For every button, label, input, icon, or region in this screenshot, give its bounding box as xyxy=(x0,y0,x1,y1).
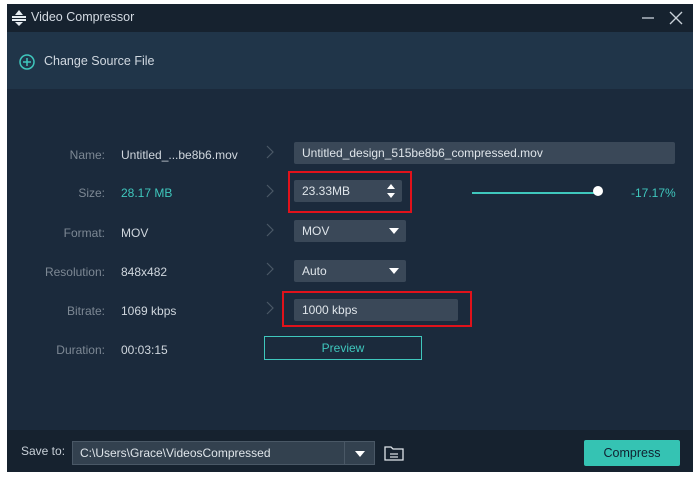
resolution-label: Resolution: xyxy=(44,265,105,279)
chevron-right-icon xyxy=(266,145,274,159)
folder-icon[interactable] xyxy=(384,444,404,462)
minimize-icon[interactable] xyxy=(639,9,657,27)
compress-button[interactable]: Compress xyxy=(584,440,680,466)
video-compressor-window: Video Compressor Change Source File Name… xyxy=(7,4,693,472)
source-format-value: MOV xyxy=(121,226,149,240)
path-divider xyxy=(344,442,345,464)
resolution-selected: Auto xyxy=(302,264,327,278)
plus-circle-icon[interactable] xyxy=(19,54,35,70)
dropdown-arrow-icon xyxy=(389,268,399,274)
footer-bar: Save to: C:\Users\Grace\VideosCompressed… xyxy=(7,430,693,472)
bitrate-label: Bitrate: xyxy=(66,304,105,318)
change-source-bar[interactable]: Change Source File xyxy=(7,32,693,89)
close-icon[interactable] xyxy=(667,9,685,27)
app-icon xyxy=(12,10,26,26)
source-bitrate-value: 1069 kbps xyxy=(121,304,177,318)
save-to-label: Save to: xyxy=(21,444,66,458)
source-name-value: Untitled_...be8b6.mov xyxy=(121,148,238,162)
save-path-value: C:\Users\Grace\VideosCompressed xyxy=(80,446,271,460)
dropdown-arrow-icon[interactable] xyxy=(355,451,365,457)
name-label: Name: xyxy=(69,148,105,162)
size-label: Size: xyxy=(78,186,105,200)
size-slider-track[interactable] xyxy=(472,192,600,194)
chevron-right-icon xyxy=(266,223,274,237)
change-source-label[interactable]: Change Source File xyxy=(44,54,154,68)
format-label: Format: xyxy=(63,226,105,240)
window-title: Video Compressor xyxy=(31,10,135,24)
duration-label: Duration: xyxy=(56,343,105,357)
output-bitrate-input[interactable]: 1000 kbps xyxy=(294,299,458,321)
source-resolution-value: 848x482 xyxy=(121,265,168,279)
chevron-right-icon xyxy=(266,301,274,315)
size-percent: -17.17% xyxy=(631,186,676,200)
spinner-down-icon[interactable] xyxy=(386,192,396,199)
settings-panel: Name: Untitled_...be8b6.mov Untitled_des… xyxy=(7,89,693,430)
spinner-up-icon[interactable] xyxy=(386,183,396,190)
output-size-stepper[interactable]: 23.33MB xyxy=(294,180,402,202)
save-path-field[interactable]: C:\Users\Grace\VideosCompressed xyxy=(72,441,375,465)
resolution-dropdown[interactable]: Auto xyxy=(294,260,406,282)
source-size-value: 28.17 MB xyxy=(121,186,173,200)
chevron-right-icon xyxy=(266,262,274,276)
title-bar: Video Compressor xyxy=(7,4,693,32)
size-slider-handle[interactable] xyxy=(593,186,603,196)
preview-button[interactable]: Preview xyxy=(264,336,422,360)
dropdown-arrow-icon xyxy=(389,228,399,234)
format-dropdown[interactable]: MOV xyxy=(294,220,406,242)
chevron-right-icon xyxy=(266,184,274,198)
output-size-value: 23.33MB xyxy=(302,184,351,198)
format-selected: MOV xyxy=(302,224,330,238)
output-name-input[interactable]: Untitled_design_515be8b6_compressed.mov xyxy=(294,142,675,164)
duration-value: 00:03:15 xyxy=(121,343,168,357)
